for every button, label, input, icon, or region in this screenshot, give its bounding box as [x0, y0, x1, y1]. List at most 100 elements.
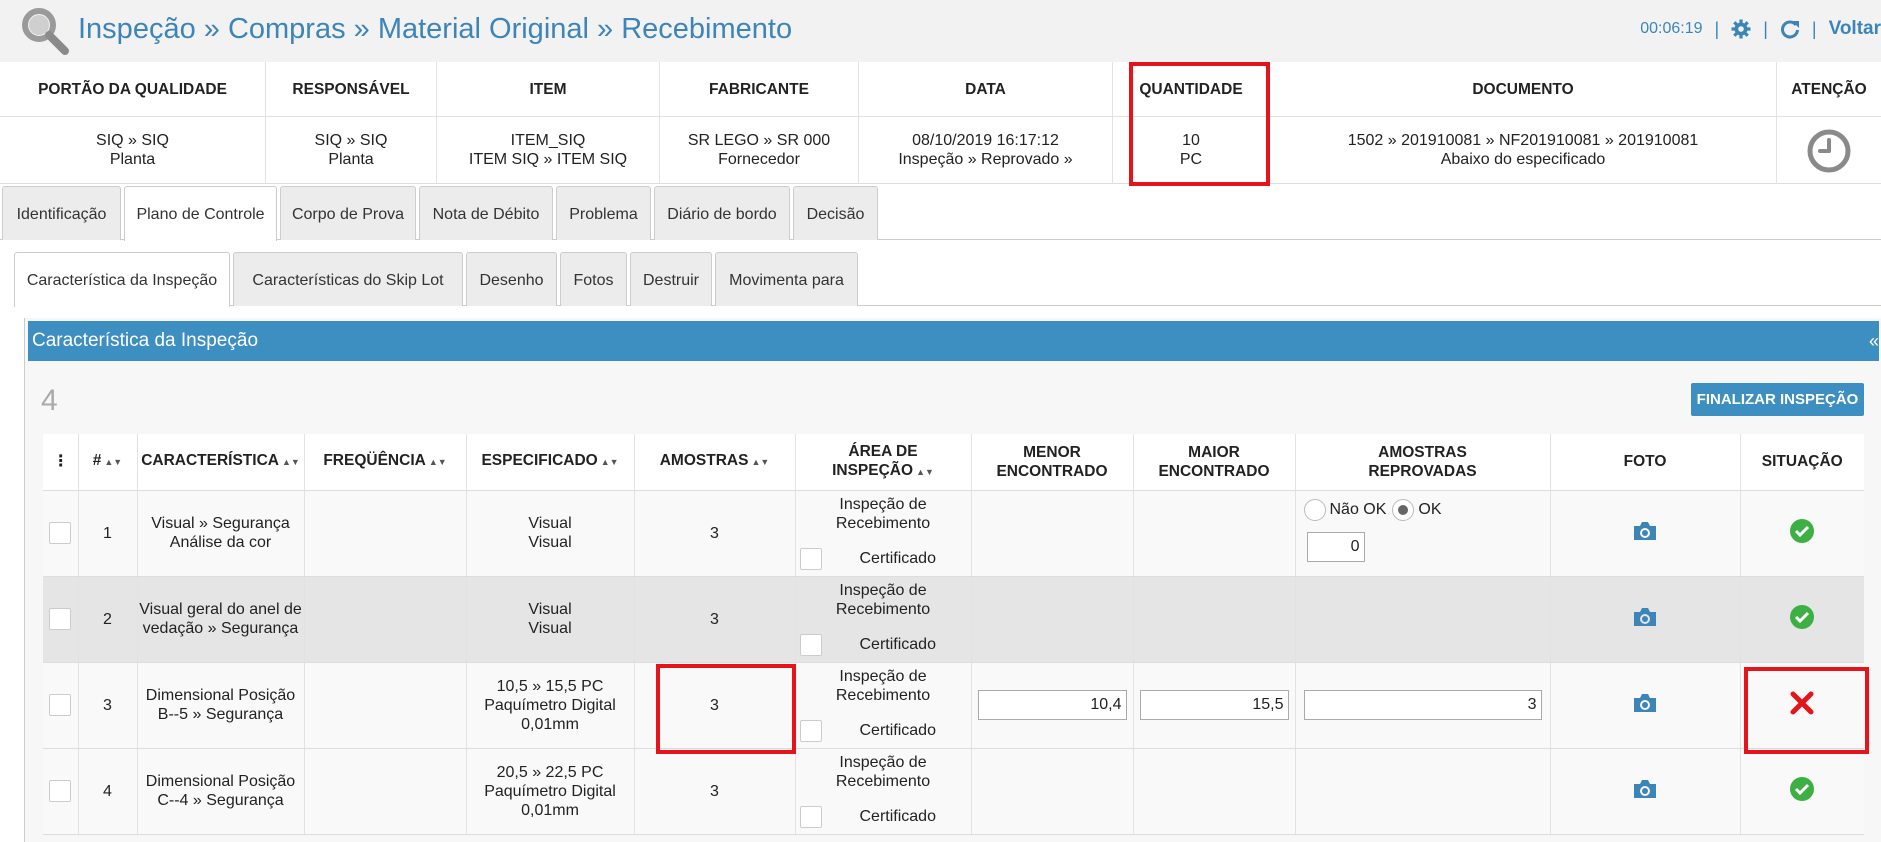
check-circle-icon: [1790, 518, 1815, 543]
row-min-found: [971, 490, 1134, 577]
sort-icon[interactable]: ▲▼: [429, 457, 447, 467]
top-bar: Inspeção » Compras » Material Original »…: [0, 0, 1881, 62]
page-title: Inspeção » Compras » Material Original »…: [78, 13, 793, 45]
item-count: 4: [41, 384, 58, 417]
back-link[interactable]: Voltar: [1829, 18, 1881, 40]
info-responsible: RESPONSÁVEL SIQ » SIQ Planta: [266, 62, 437, 184]
sort-icon[interactable]: ▲▼: [601, 457, 619, 467]
info-manufacturer: FABRICANTE SR LEGO » SR 000 Fornecedor: [660, 62, 859, 184]
sort-icon[interactable]: ▲▼: [916, 467, 934, 477]
fail-x-icon: [1790, 691, 1814, 714]
row-samples: 3: [634, 748, 796, 835]
row-max-found: 15,5: [1133, 662, 1296, 749]
row-frequency: [304, 576, 467, 663]
check-circle-icon: [1790, 604, 1815, 629]
session-timer: 00:06:19: [1640, 20, 1703, 37]
header-caracteristica[interactable]: CARACTERÍSTICA ▲▼: [137, 434, 305, 491]
search-icon: [22, 8, 69, 55]
header-reprovadas: AMOSTRAS REPROVADAS: [1295, 434, 1551, 491]
row-max-found: [1133, 748, 1296, 835]
tab-decisao[interactable]: Decisão: [793, 186, 878, 240]
ok-radio-group: Não OK OK: [1303, 498, 1442, 521]
row-characteristic: Dimensional Posição C--4 » Segurança: [137, 748, 305, 835]
row-min-found: [971, 748, 1134, 835]
row-characteristic: Visual geral do anel de vedação » Seguran…: [137, 576, 305, 663]
tab-corpo-de-prova[interactable]: Corpo de Prova: [280, 186, 416, 240]
camera-icon[interactable]: [1632, 606, 1658, 628]
row-specified: 10,5 » 15,5 PC Paquímetro Digital 0,01mm: [466, 662, 635, 749]
row-max-found: [1133, 576, 1296, 663]
row-frequency: [304, 748, 467, 835]
header-foto: FOTO: [1550, 434, 1741, 491]
tab-nota-de-debito[interactable]: Nota de Débito: [419, 186, 553, 240]
header-especificado[interactable]: ESPECIFICADO ▲▼: [466, 434, 635, 491]
camera-icon[interactable]: [1632, 778, 1658, 800]
tab-destruir[interactable]: Destruir: [630, 252, 712, 306]
certificado-checkbox[interactable]: [799, 633, 822, 656]
row-checkbox[interactable]: [49, 694, 72, 716]
tab-plano-de-controle[interactable]: Plano de Controle: [124, 186, 277, 241]
row-checkbox[interactable]: [49, 522, 72, 544]
column-menu[interactable]: ⋮: [43, 434, 79, 491]
collapse-button[interactable]: «: [1869, 321, 1879, 361]
min-found-input[interactable]: 10,4: [977, 690, 1127, 720]
characteristics-table: ⋮ # ▲▼ CARACTERÍSTICA ▲▼ FREQÜÊNCIA ▲▼ ESPE…: [43, 434, 1864, 835]
sort-icon[interactable]: ▲▼: [751, 457, 769, 467]
gear-icon[interactable]: [1731, 19, 1751, 39]
table-row: 1 Visual » Segurança Análise da cor Visua…: [43, 490, 1864, 577]
tab-identificacao[interactable]: Identificação: [2, 186, 121, 240]
nao-ok-radio[interactable]: [1303, 498, 1326, 521]
row-area: Inspeção de Recebimento Certificado: [795, 662, 972, 749]
refresh-icon[interactable]: [1780, 19, 1800, 39]
header-frequencia[interactable]: FREQÜÊNCIA ▲▼: [304, 434, 467, 491]
header-menor: MENOR ENCONTRADO: [971, 434, 1134, 491]
row-frequency: [304, 490, 467, 577]
check-circle-icon: [1790, 776, 1815, 801]
panel-header: Característica da Inspeção «: [28, 321, 1879, 361]
camera-icon[interactable]: [1632, 692, 1658, 714]
ok-radio[interactable]: [1392, 498, 1415, 521]
row-number: 4: [78, 748, 138, 835]
header-maior: MAIOR ENCONTRADO: [1133, 434, 1296, 491]
rejected-samples-input[interactable]: 3: [1303, 690, 1542, 720]
tab-desenho[interactable]: Desenho: [466, 252, 557, 306]
info-item: ITEM ITEM_SIQ ITEM SIQ » ITEM SIQ: [437, 62, 660, 184]
table-row: 4 Dimensional Posição C--4 » Segurança 20…: [43, 748, 1864, 835]
row-area: Inspeção de Recebimento Certificado: [795, 576, 972, 663]
tab-problema[interactable]: Problema: [556, 186, 651, 240]
tab-skip-lot[interactable]: Características do Skip Lot: [233, 252, 463, 306]
row-rejected: [1295, 576, 1551, 663]
header-amostras[interactable]: AMOSTRAS ▲▼: [634, 434, 796, 491]
table-row: 3 Dimensional Posição B--5 » Segurança 10…: [43, 662, 1864, 749]
certificado-checkbox[interactable]: [799, 719, 822, 742]
main-tabs: Identificação Plano de Controle Corpo de…: [0, 186, 1881, 241]
row-rejected: 3: [1295, 662, 1551, 749]
sort-icon[interactable]: ▲▼: [282, 457, 300, 467]
tab-diario-de-bordo[interactable]: Diário de bordo: [654, 186, 790, 240]
row-checkbox[interactable]: [49, 780, 72, 802]
sort-icon[interactable]: ▲▼: [104, 457, 122, 467]
max-found-input[interactable]: 15,5: [1139, 690, 1289, 720]
camera-icon[interactable]: [1632, 520, 1658, 542]
row-checkbox[interactable]: [49, 608, 72, 630]
info-attention: ATENÇÃO: [1777, 62, 1881, 184]
certificado-label: Certificado: [859, 722, 936, 739]
tab-caracteristica-inspecao[interactable]: Característica da Inspeção: [14, 252, 230, 307]
certificado-label: Certificado: [859, 550, 936, 567]
certificado-checkbox[interactable]: [799, 547, 822, 570]
info-date: DATA 08/10/2019 16:17:12 Inspeção » Repro…: [859, 62, 1113, 184]
panel-title: Característica da Inspeção: [32, 330, 259, 351]
row-rejected: Não OK OK 0: [1295, 490, 1551, 577]
header-area[interactable]: ÁREA DE INSPEÇÃO ▲▼: [795, 434, 972, 491]
certificado-checkbox[interactable]: [799, 805, 822, 828]
tab-fotos[interactable]: Fotos: [560, 252, 627, 306]
row-specified: 20,5 » 22,5 PC Paquímetro Digital 0,01mm: [466, 748, 635, 835]
rejected-samples-input[interactable]: 0: [1306, 531, 1365, 562]
header-num[interactable]: # ▲▼: [78, 434, 138, 491]
row-characteristic: Visual » Segurança Análise da cor: [137, 490, 305, 577]
tab-movimenta-para[interactable]: Movimenta para: [715, 252, 858, 306]
certificado-label: Certificado: [859, 808, 936, 825]
table-row: 2 Visual geral do anel de vedação » Segur…: [43, 576, 1864, 663]
finalize-inspection-button[interactable]: FINALIZAR INSPEÇÃO: [1691, 383, 1864, 416]
row-samples: 3: [634, 490, 796, 577]
